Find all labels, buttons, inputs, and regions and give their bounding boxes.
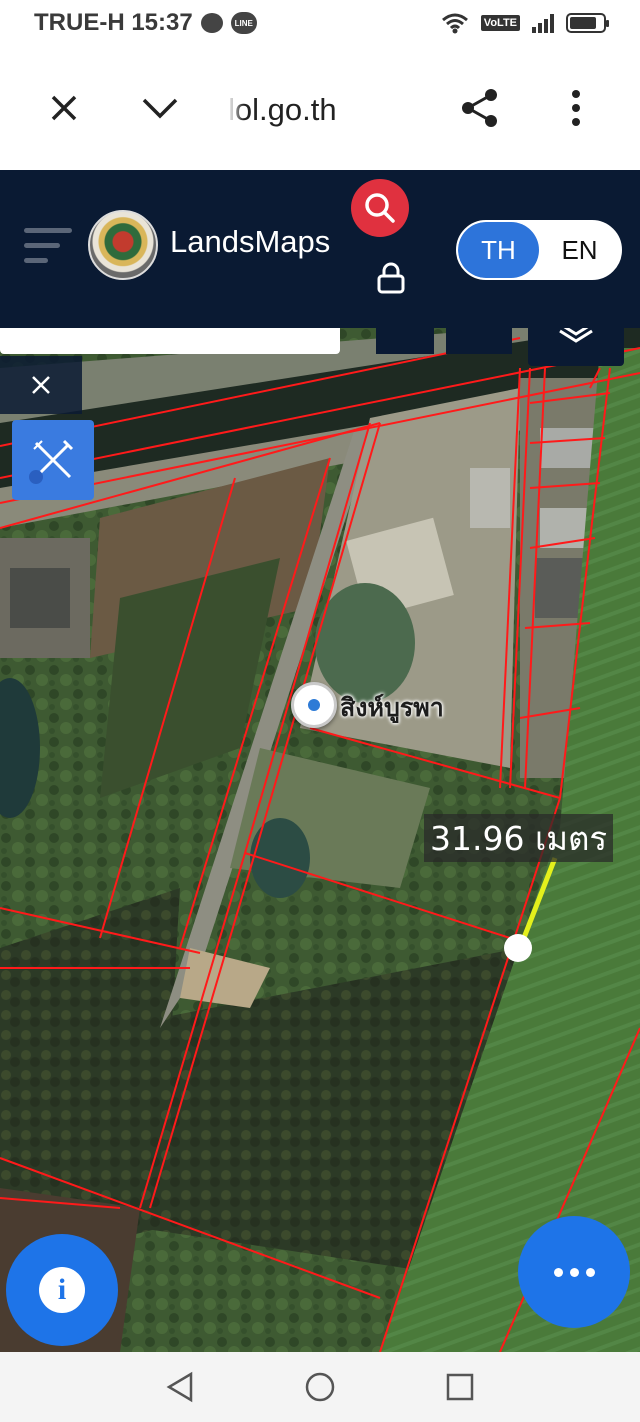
- battery-fill: [570, 17, 596, 29]
- search-icon: [365, 193, 395, 223]
- lang-option-en[interactable]: EN: [539, 222, 620, 278]
- brand-title: LandsMaps: [170, 224, 331, 259]
- browser-toolbar: lol.go.th: [0, 46, 640, 170]
- more-vertical-icon[interactable]: [556, 88, 596, 128]
- more-dot: [585, 1267, 595, 1277]
- map-search-strip[interactable]: [0, 328, 340, 354]
- menu-icon[interactable]: [24, 228, 72, 264]
- map-view[interactable]: สิงห์บูรพา 31.96 เมตร i: [0, 328, 640, 1352]
- ruler-pencil-icon: [29, 439, 74, 484]
- layers-icon: [559, 328, 593, 343]
- carrier-time: TRUE-H 15:37: [34, 9, 193, 36]
- volte-badge: VoLTE: [480, 15, 520, 31]
- info-icon: i: [39, 1267, 85, 1313]
- status-left: TRUE-H 15:37 LINE: [34, 9, 257, 37]
- close-tool-button[interactable]: [0, 356, 82, 414]
- recents-icon[interactable]: [440, 1367, 480, 1407]
- chat-icon: [200, 13, 223, 33]
- app-header: LandsMaps TH EN: [0, 170, 640, 328]
- back-icon[interactable]: [160, 1367, 200, 1407]
- more-button[interactable]: [518, 1216, 630, 1328]
- measure-tool-button[interactable]: [12, 420, 94, 500]
- url-text[interactable]: lol.go.th: [228, 92, 337, 128]
- chevron-down-icon[interactable]: [140, 88, 180, 128]
- map-tool-chip[interactable]: [376, 328, 434, 354]
- lang-option-th[interactable]: TH: [458, 222, 539, 278]
- location-pin[interactable]: [291, 682, 337, 728]
- place-label: สิงห์บูรพา: [340, 693, 444, 722]
- measurement-label: 31.96 เมตร: [424, 814, 614, 862]
- line-app-icon: LINE: [230, 12, 257, 34]
- language-toggle[interactable]: TH EN: [456, 220, 622, 280]
- signal-icon: [532, 13, 554, 33]
- close-icon[interactable]: [44, 88, 84, 128]
- status-bar: TRUE-H 15:37 LINE VoLTE: [0, 0, 640, 46]
- map-tool-chip-2[interactable]: [446, 328, 512, 354]
- home-icon[interactable]: [300, 1367, 340, 1407]
- wifi-icon: [441, 13, 468, 34]
- status-right: VoLTE: [441, 12, 609, 34]
- system-nav-bar: [0, 1352, 640, 1422]
- close-icon: [32, 376, 50, 394]
- department-seal-logo: [88, 210, 158, 280]
- battery-icon: [566, 13, 609, 33]
- search-button[interactable]: [351, 179, 409, 237]
- lock-icon[interactable]: [376, 262, 406, 294]
- layers-button[interactable]: [528, 328, 624, 366]
- info-button[interactable]: i: [6, 1234, 118, 1346]
- more-dot: [569, 1267, 579, 1277]
- share-icon[interactable]: [460, 88, 500, 128]
- more-dot: [553, 1267, 563, 1277]
